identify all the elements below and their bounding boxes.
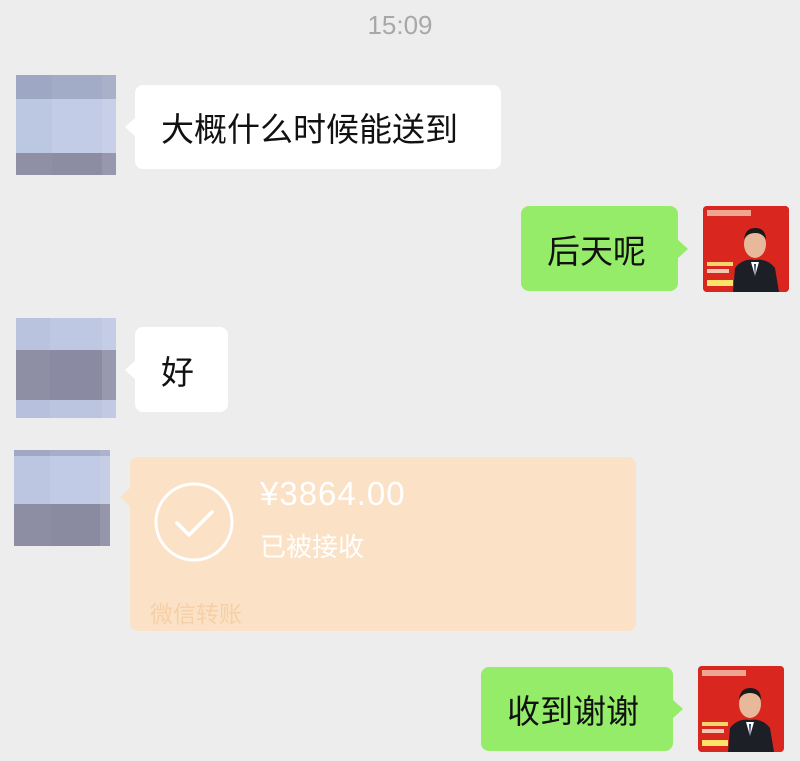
peer-avatar[interactable] — [16, 75, 116, 175]
self-avatar[interactable] — [698, 666, 784, 752]
man-in-suit-icon — [698, 666, 784, 752]
transfer-status: 已被接收 — [260, 533, 365, 563]
message-bubble-outgoing[interactable]: 后天呢 — [521, 206, 688, 291]
peer-avatar[interactable] — [16, 318, 116, 418]
bubble-tail — [125, 359, 136, 380]
bubble-tail — [120, 487, 131, 507]
message-timestamp: 15:09 — [367, 10, 433, 40]
message-text: 大概什么时候能送到 — [161, 110, 458, 149]
message-bubble-incoming[interactable]: 大概什么时候能送到 — [125, 85, 501, 169]
bubble-tail — [672, 699, 683, 719]
transfer-amount: ¥3864.00 — [260, 475, 406, 512]
check-circle-icon — [154, 482, 234, 562]
message-bubble-incoming[interactable]: 好 — [125, 327, 228, 412]
message-text: 好 — [161, 352, 194, 392]
bubble-tail — [677, 238, 688, 259]
transfer-source-label: 微信转账 — [150, 602, 242, 628]
peer-avatar[interactable] — [14, 450, 110, 546]
man-in-suit-icon — [703, 206, 789, 292]
message-bubble-outgoing[interactable]: 收到谢谢 — [481, 667, 683, 751]
transfer-card[interactable]: ¥3864.00 已被接收 微信转账 — [120, 457, 636, 631]
message-text: 后天呢 — [547, 231, 646, 271]
bubble-tail — [125, 117, 136, 137]
self-avatar[interactable] — [703, 206, 789, 292]
message-text: 收到谢谢 — [507, 692, 639, 731]
